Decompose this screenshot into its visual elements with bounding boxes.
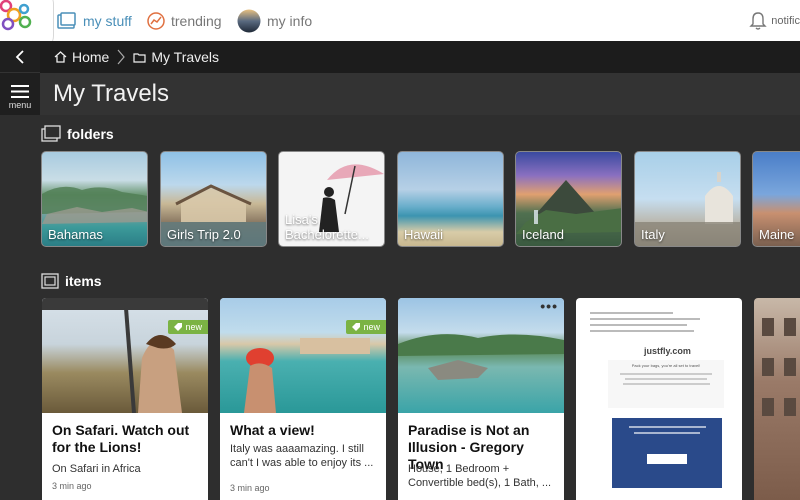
page-title: My Travels <box>53 80 170 107</box>
hamburger-icon <box>11 84 29 98</box>
chevron-left-icon <box>15 49 24 64</box>
email-body: Pack your bags, you're all set to travel… <box>608 360 724 408</box>
menu-label: menu <box>8 99 32 110</box>
bell-icon <box>749 11 767 30</box>
breadcrumb-home[interactable]: Home <box>54 49 109 65</box>
breadcrumb: Home My Travels <box>40 41 800 73</box>
card-title: What a view! <box>230 422 315 438</box>
item-card-partial[interactable] <box>754 298 800 500</box>
folder-tile-bachelorette[interactable]: Lisa's Bachelorette... <box>278 151 385 247</box>
tab-trending[interactable]: trending <box>147 0 222 41</box>
folder-tile-maine[interactable]: Maine <box>752 151 800 247</box>
card-subtitle: On Safari in Africa <box>52 463 141 475</box>
folders-icon <box>41 125 61 142</box>
notifications-button[interactable]: notific <box>749 0 800 41</box>
folder-tile-hawaii[interactable]: Hawaii <box>397 151 504 247</box>
page-title-bar: My Travels <box>40 73 800 115</box>
card-title: On Safari. Watch out for the Lions! <box>52 422 190 455</box>
tag-icon <box>174 323 183 331</box>
folder-tile-girls-trip[interactable]: Girls Trip 2.0 <box>160 151 267 247</box>
email-header-lines <box>590 312 728 342</box>
card-subtitle: Italy was aaaamazing. I still can't I wa… <box>230 443 374 469</box>
new-badge: new <box>346 320 386 334</box>
new-badge: new <box>168 320 208 334</box>
folder-label: Iceland <box>522 227 564 242</box>
folder-tile-bahamas[interactable]: Bahamas <box>41 151 148 247</box>
menu-button[interactable]: menu <box>0 77 40 117</box>
item-card-view[interactable]: new What a view! Italy was aaaamazing. I… <box>220 298 386 500</box>
new-badge-label: new <box>185 322 202 332</box>
profile-avatar <box>237 9 261 32</box>
more-options-button[interactable]: ••• <box>540 298 558 314</box>
breadcrumb-home-label: Home <box>72 49 110 65</box>
tab-my-stuff[interactable]: my stuff <box>57 0 132 41</box>
email-promo-block <box>612 418 722 488</box>
home-icon <box>54 51 67 63</box>
breadcrumb-current: My Travels <box>133 49 219 65</box>
top-nav-bar: my stuff trending my info notific <box>0 0 800 50</box>
folder-icon <box>133 52 146 63</box>
notifications-label: notific <box>771 14 800 27</box>
folder-label: Bahamas <box>48 227 103 242</box>
folders-heading: folders <box>41 125 114 143</box>
tab-my-stuff-label: my stuff <box>83 12 132 29</box>
items-icon <box>41 273 59 289</box>
folder-label: Girls Trip 2.0 <box>167 227 241 242</box>
item-card-safari[interactable]: new On Safari. Watch out for the Lions! … <box>42 298 208 500</box>
tab-trending-label: trending <box>171 12 222 29</box>
items-heading: items <box>41 273 102 289</box>
item-card-paradise[interactable]: ••• Paradise is Not an Illusion - Gregor… <box>398 298 564 500</box>
breadcrumb-current-label: My Travels <box>151 49 220 65</box>
folder-label: Maine <box>759 227 795 242</box>
card-image <box>220 298 386 413</box>
card-timestamp: 3 min ago <box>52 481 92 491</box>
card-image <box>42 298 208 413</box>
folder-tile-italy[interactable]: Italy <box>634 151 741 247</box>
back-button[interactable] <box>0 41 40 73</box>
folder-icon <box>57 11 76 29</box>
tab-my-info[interactable]: my info <box>237 0 312 41</box>
email-brand: justfly.com <box>644 346 691 356</box>
folder-label: Lisa's Bachelorette... <box>285 212 369 242</box>
card-image <box>398 298 564 413</box>
email-heading: Pack your bags, you're all set to travel… <box>631 363 701 368</box>
trending-icon <box>147 11 165 30</box>
folder-tile-iceland[interactable]: Iceland <box>515 151 622 247</box>
card-timestamp: 3 min ago <box>230 483 270 493</box>
folder-label: Italy <box>641 227 665 242</box>
new-badge-label: new <box>363 322 380 332</box>
tab-my-info-label: my info <box>267 12 313 29</box>
items-heading-label: items <box>65 273 102 289</box>
main-content: folders Bahamas Girls Trip 2.0 Lisa's Ba… <box>0 115 800 500</box>
folder-label: Hawaii <box>404 227 444 242</box>
tag-icon <box>352 323 361 331</box>
card-subtitle: House, 1 Bedroom + Convertible bed(s), 1… <box>408 463 552 489</box>
folders-heading-label: folders <box>67 126 114 142</box>
chevron-right-icon <box>117 49 126 65</box>
item-card-email[interactable]: justfly.com Pack your bags, you're all s… <box>576 298 742 500</box>
